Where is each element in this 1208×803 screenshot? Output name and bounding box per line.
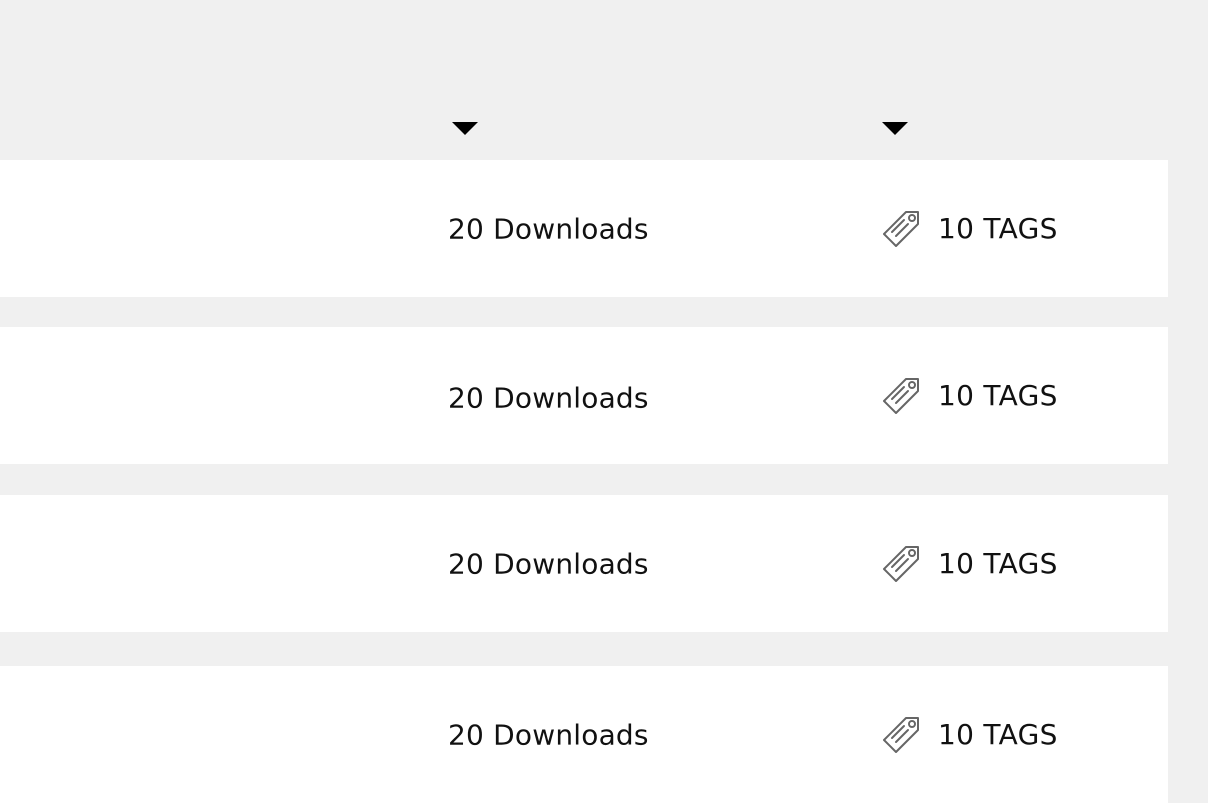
tag-icon [882, 377, 920, 415]
downloads-count: 20 Downloads [448, 718, 649, 751]
sort-tags-arrow-icon[interactable] [882, 122, 908, 135]
tags-count: 10 TAGS [938, 379, 1058, 412]
tags-link[interactable]: 10 TAGS [882, 210, 1058, 248]
tags-count: 10 TAGS [938, 547, 1058, 580]
tags-link[interactable]: 10 TAGS [882, 377, 1058, 415]
list-row: 20 Downloads 10 TAGS [0, 327, 1168, 464]
tag-icon [882, 210, 920, 248]
list-row: 20 Downloads 10 TAGS [0, 160, 1168, 297]
tags-count: 10 TAGS [938, 212, 1058, 245]
downloads-count: 20 Downloads [448, 547, 649, 580]
tag-icon [882, 545, 920, 583]
list-row: 20 Downloads 10 TAGS [0, 495, 1168, 632]
list-row: 20 Downloads 10 TAGS [0, 666, 1168, 803]
tag-icon [882, 716, 920, 754]
downloads-count: 20 Downloads [448, 212, 649, 245]
sort-downloads-arrow-icon[interactable] [452, 122, 478, 135]
tags-count: 10 TAGS [938, 718, 1058, 751]
tags-link[interactable]: 10 TAGS [882, 716, 1058, 754]
downloads-count: 20 Downloads [448, 381, 649, 414]
tags-link[interactable]: 10 TAGS [882, 545, 1058, 583]
